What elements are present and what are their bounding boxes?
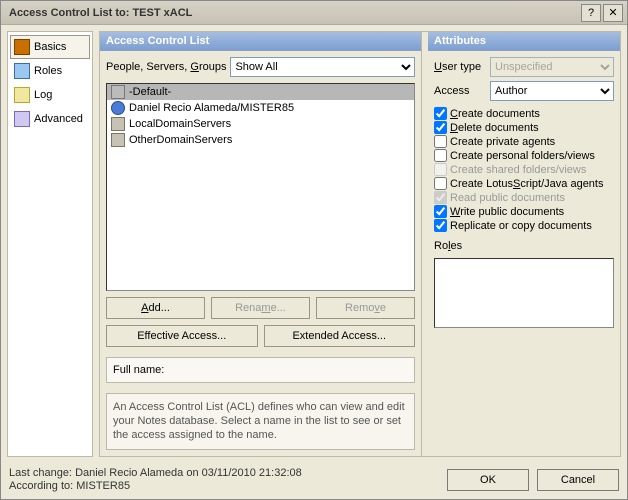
cancel-button[interactable]: Cancel (537, 469, 619, 491)
permission-row[interactable]: Create private agents (434, 135, 614, 148)
sidebar-item-label: Basics (34, 41, 66, 53)
permission-checkbox[interactable] (434, 107, 447, 120)
extended-access-button[interactable]: Extended Access... (264, 325, 416, 347)
permission-checkbox (434, 191, 447, 204)
permission-label: Create shared folders/views (450, 164, 586, 176)
ic-person-icon (111, 101, 125, 115)
permission-label: Create personal folders/views (450, 150, 595, 162)
sidebar-item-advanced[interactable]: Advanced (10, 107, 90, 131)
effective-access-button[interactable]: Effective Access... (106, 325, 258, 347)
filter-select[interactable]: Show All (230, 57, 415, 77)
ic-log-icon (14, 87, 30, 103)
acl-list[interactable]: -Default- Daniel Recio Alameda/MISTER85 Lo… (106, 83, 415, 291)
acl-entry-name: LocalDomainServers (129, 118, 231, 130)
permission-checkbox[interactable] (434, 177, 447, 190)
permission-row[interactable]: Replicate or copy documents (434, 219, 614, 232)
help-button[interactable]: ? (581, 4, 601, 22)
ic-default-icon (111, 85, 125, 99)
permissions-list: Create documents Delete documents Create p… (434, 107, 614, 232)
window-title: Access Control List to: TEST xACL (5, 7, 579, 19)
footer: Last change: Daniel Recio Alameda on 03/… (1, 463, 627, 499)
full-name-label: Full name: (113, 364, 164, 376)
sidebar-item-label: Advanced (34, 113, 83, 125)
acl-entry[interactable]: OtherDomainServers (107, 132, 414, 148)
permission-label: Replicate or copy documents (450, 220, 592, 232)
rename-button[interactable]: Rename... (211, 297, 310, 319)
ok-button[interactable]: OK (447, 469, 529, 491)
permission-row[interactable]: Delete documents (434, 121, 614, 134)
permission-label: Write public documents (450, 206, 564, 218)
access-label: Access (434, 85, 486, 97)
permission-checkbox[interactable] (434, 219, 447, 232)
acl-entry-name: Daniel Recio Alameda/MISTER85 (129, 102, 294, 114)
sidebar-item-log[interactable]: Log (10, 83, 90, 107)
sidebar: Basics Roles Log Advanced (7, 31, 93, 457)
user-type-label: User type (434, 61, 486, 73)
acl-entry-name: -Default- (129, 86, 171, 98)
description-box: An Access Control List (ACL) defines who… (106, 393, 415, 450)
permission-row[interactable]: Create documents (434, 107, 614, 120)
permission-row[interactable]: Create personal folders/views (434, 149, 614, 162)
permission-row[interactable]: Write public documents (434, 205, 614, 218)
permission-checkbox[interactable] (434, 149, 447, 162)
add-button[interactable]: Add... (106, 297, 205, 319)
permission-label: Read public documents (450, 192, 565, 204)
access-select[interactable]: Author (490, 81, 614, 101)
ic-adv-icon (14, 111, 30, 127)
filter-label: People, Servers, Groups (106, 61, 226, 73)
ic-server-icon (111, 117, 125, 131)
permission-row: Create shared folders/views (434, 163, 614, 176)
titlebar: Access Control List to: TEST xACL ? ✕ (1, 1, 627, 25)
ic-roles-icon (14, 63, 30, 79)
attributes-header: Attributes (428, 32, 620, 51)
acl-entry-name: OtherDomainServers (129, 134, 232, 146)
permission-label: Delete documents (450, 122, 539, 134)
ic-book-icon (14, 39, 30, 55)
permission-label: Create LotusScript/Java agents (450, 178, 603, 190)
permission-checkbox[interactable] (434, 121, 447, 134)
roles-label: Roles (434, 240, 614, 252)
remove-button[interactable]: Remove (316, 297, 415, 319)
roles-list[interactable] (434, 258, 614, 328)
permission-row[interactable]: Create LotusScript/Java agents (434, 177, 614, 190)
user-type-select[interactable]: Unspecified (490, 57, 614, 77)
acl-entry[interactable]: Daniel Recio Alameda/MISTER85 (107, 100, 414, 116)
permission-checkbox (434, 163, 447, 176)
sidebar-item-basics[interactable]: Basics (10, 35, 90, 59)
permission-checkbox[interactable] (434, 205, 447, 218)
ic-server-icon (111, 133, 125, 147)
permission-label: Create private agents (450, 136, 555, 148)
permission-row: Read public documents (434, 191, 614, 204)
sidebar-item-label: Roles (34, 65, 62, 77)
acl-entry[interactable]: LocalDomainServers (107, 116, 414, 132)
permission-checkbox[interactable] (434, 135, 447, 148)
acl-header: Access Control List (100, 32, 421, 51)
permission-label: Create documents (450, 108, 540, 120)
sidebar-item-label: Log (34, 89, 52, 101)
footer-info: Last change: Daniel Recio Alameda on 03/… (9, 467, 439, 493)
full-name-box: Full name: (106, 357, 415, 383)
acl-entry[interactable]: -Default- (107, 84, 414, 100)
close-button[interactable]: ✕ (603, 4, 623, 22)
sidebar-item-roles[interactable]: Roles (10, 59, 90, 83)
